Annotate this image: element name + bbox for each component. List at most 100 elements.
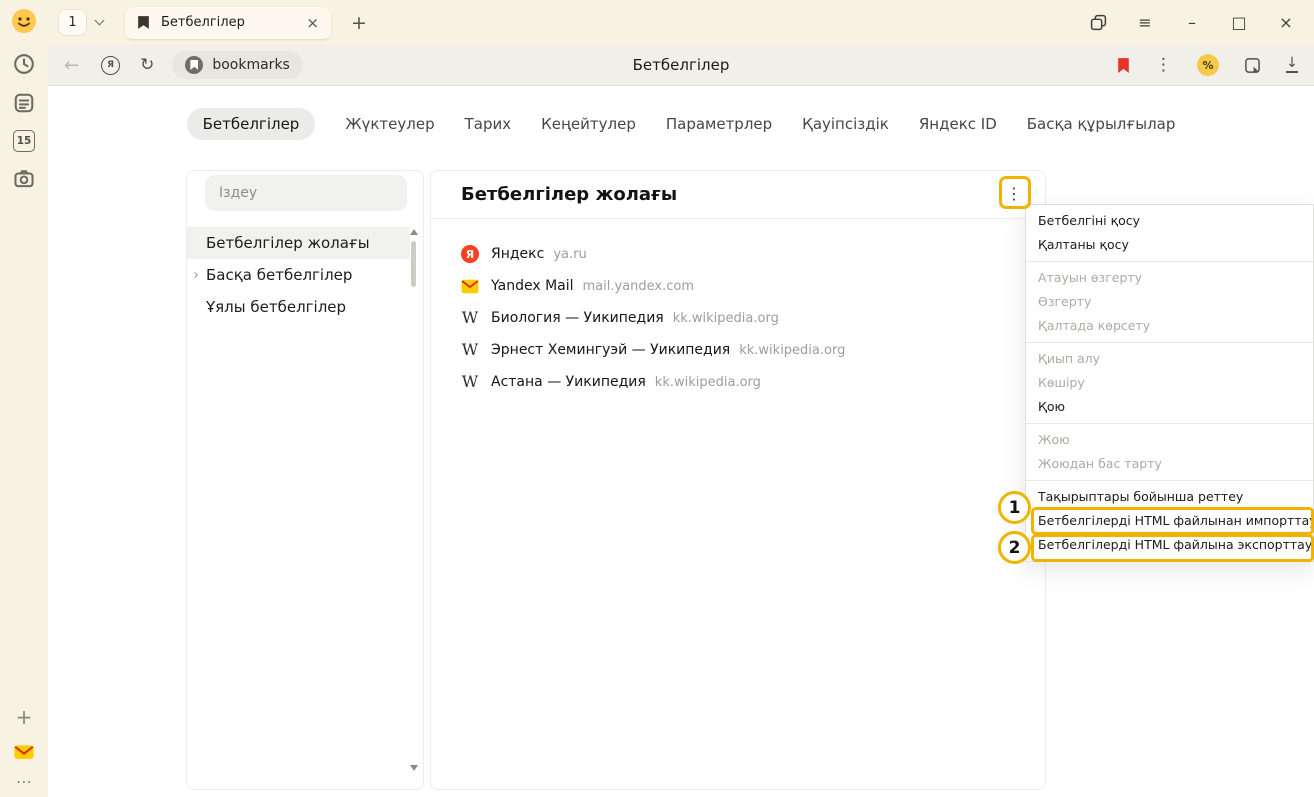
bookmark-row-yandex-mail[interactable]: Yandex Mail mail.yandex.com bbox=[431, 270, 1045, 302]
chevron-right-icon[interactable]: › bbox=[193, 265, 199, 283]
scroll-down-icon[interactable] bbox=[410, 765, 418, 771]
menu-icon[interactable]: ≡ bbox=[1135, 13, 1155, 33]
menu-item-add-bookmark[interactable]: Бетбелгіні қосу bbox=[1026, 209, 1313, 233]
folder-label: Ұялы бетбелгілер bbox=[206, 298, 346, 316]
annotation-highlight-menu-button bbox=[999, 176, 1031, 209]
mail-favicon bbox=[461, 277, 479, 295]
menu-group: Қиып алу Көшіру Қою bbox=[1026, 342, 1313, 423]
tab-yandex-id[interactable]: Яндекс ID bbox=[919, 108, 997, 140]
wikipedia-favicon: W bbox=[461, 373, 479, 391]
folders-scrollbar[interactable] bbox=[408, 229, 420, 771]
menu-item-delete: Жою bbox=[1026, 428, 1313, 452]
folders-panel: Бетбелгілер жолағы › Басқа бетбелгілер Ұ… bbox=[186, 170, 424, 790]
profile-avatar[interactable] bbox=[11, 8, 37, 34]
menu-group: Атауын өзгерту Өзгерту Қалтада көрсету bbox=[1026, 261, 1313, 342]
screenshot-icon[interactable] bbox=[12, 167, 36, 191]
bookmark-row-wiki-biology[interactable]: W Биология — Уикипедия kk.wikipedia.org bbox=[431, 302, 1045, 334]
bookmark-title: Биология — Уикипедия bbox=[491, 310, 664, 326]
bookmark-tab-icon bbox=[135, 15, 151, 31]
menu-item-undo-delete: Жоюдан бас тарту bbox=[1026, 452, 1313, 476]
history-icon[interactable] bbox=[12, 52, 36, 76]
yandex-plus-icon[interactable]: % bbox=[1197, 54, 1219, 76]
menu-item-add-folder[interactable]: Қалтаны қосу bbox=[1026, 233, 1313, 257]
bookmark-row-wiki-hemingway[interactable]: W Эрнест Хемингуэй — Уикипедия kk.wikipe… bbox=[431, 334, 1045, 366]
reload-icon[interactable]: ↻ bbox=[140, 55, 154, 75]
menu-item-cut: Қиып алу bbox=[1026, 347, 1313, 371]
folder-list: Бетбелгілер жолағы › Басқа бетбелгілер Ұ… bbox=[187, 227, 410, 323]
menu-item-copy: Көшіру bbox=[1026, 371, 1313, 395]
sidebar-item-bookmarks-bar[interactable]: Бетбелгілер жолағы bbox=[187, 227, 410, 259]
browser-window: 15 + ⋯ 1 bbox=[0, 0, 1314, 797]
yandex-mail-icon[interactable] bbox=[12, 740, 36, 764]
bookmark-row-wiki-astana[interactable]: W Астана — Уикипедия kk.wikipedia.org bbox=[431, 366, 1045, 398]
address-bar: ← Я ↻ bookmarks Бетбелгілер ⋮ % ↓ bbox=[48, 45, 1314, 86]
toolbar-actions: ⋮ % ↓ bbox=[1117, 54, 1314, 76]
menu-item-sort-by-title[interactable]: Тақырыптары бойынша реттеу bbox=[1026, 485, 1313, 509]
url-text: bookmarks bbox=[212, 57, 290, 73]
tab-bar: 1 Бетбелгілер × + ≡ – □ × bbox=[48, 0, 1314, 45]
folder-label: Бетбелгілер жолағы bbox=[206, 234, 370, 252]
menu-item-show-in-folder: Қалтада көрсету bbox=[1026, 314, 1313, 338]
tab-security[interactable]: Қауіпсіздік bbox=[802, 108, 889, 140]
wikipedia-favicon: W bbox=[461, 341, 479, 359]
annotation-step-badge-1: 1 bbox=[998, 491, 1031, 524]
bookmark-row-yandex[interactable]: Я Яндекс ya.ru bbox=[431, 238, 1045, 270]
annotation-highlight-import bbox=[1031, 507, 1314, 535]
bookmarks-manager-page: Бетбелгілер Жүктеулер Тарих Кеңейтулер П… bbox=[48, 86, 1314, 797]
card-header: Бетбелгілер жолағы bbox=[431, 171, 1045, 219]
yandex-favicon: Я bbox=[461, 245, 479, 263]
search-input[interactable] bbox=[205, 175, 407, 211]
tab-bookmarks[interactable]: Бетбелгілер bbox=[187, 108, 316, 140]
bookmark-title: Астана — Уикипедия bbox=[491, 374, 646, 390]
browser-tab-bookmarks[interactable]: Бетбелгілер × bbox=[125, 7, 331, 39]
close-icon[interactable]: × bbox=[1276, 13, 1296, 33]
wikipedia-favicon: W bbox=[461, 309, 479, 327]
manager-nav: Бетбелгілер Жүктеулер Тарих Кеңейтулер П… bbox=[48, 108, 1314, 140]
rail-overflow-icon[interactable]: ⋯ bbox=[16, 777, 32, 787]
tab-preview-icon[interactable] bbox=[1088, 13, 1108, 33]
page-title: Бетбелгілер bbox=[633, 56, 730, 74]
bookmark-flag-icon[interactable] bbox=[1117, 57, 1130, 74]
bookmark-title: Yandex Mail bbox=[491, 278, 574, 294]
bookmark-title: Эрнест Хемингуэй — Уикипедия bbox=[491, 342, 730, 358]
bookmark-title: Яндекс bbox=[491, 246, 544, 262]
annotation-highlight-export bbox=[1031, 534, 1314, 562]
tab-downloads[interactable]: Жүктеулер bbox=[345, 108, 434, 140]
bookmark-url: kk.wikipedia.org bbox=[655, 375, 761, 390]
menu-group: Бетбелгіні қосу Қалтаны қосу bbox=[1026, 205, 1313, 261]
folder-label: Басқа бетбелгілер bbox=[206, 266, 352, 284]
notes-icon[interactable] bbox=[12, 91, 36, 115]
back-icon[interactable]: ← bbox=[64, 55, 79, 76]
bookmark-url: ya.ru bbox=[553, 247, 586, 262]
download-icon[interactable]: ↓ bbox=[1286, 57, 1298, 73]
calendar-tile[interactable]: 15 bbox=[13, 130, 35, 152]
bookmark-url: kk.wikipedia.org bbox=[673, 311, 779, 326]
card-title: Бетбелгілер жолағы bbox=[461, 184, 677, 205]
toolbar-menu-icon[interactable]: ⋮ bbox=[1155, 55, 1172, 75]
minimize-icon[interactable]: – bbox=[1182, 13, 1202, 33]
bookmark-list: Я Яндекс ya.ru Yandex Mail mail.yandex.c… bbox=[431, 219, 1045, 398]
sidebar-item-other-bookmarks[interactable]: › Басқа бетбелгілер bbox=[187, 259, 410, 291]
site-favicon bbox=[185, 56, 203, 74]
scroll-thumb[interactable] bbox=[411, 241, 416, 287]
menu-item-rename: Атауын өзгерту bbox=[1026, 266, 1313, 290]
annotation-step-badge-2: 2 bbox=[998, 531, 1031, 564]
tab-close-icon[interactable]: × bbox=[304, 14, 321, 32]
yandex-button[interactable]: Я bbox=[101, 56, 120, 75]
scroll-up-icon[interactable] bbox=[410, 229, 418, 235]
tab-groups-icon[interactable] bbox=[1244, 57, 1261, 74]
menu-item-paste[interactable]: Қою bbox=[1026, 395, 1313, 419]
maximize-icon[interactable]: □ bbox=[1229, 13, 1249, 33]
tab-history[interactable]: Тарих bbox=[465, 108, 512, 140]
new-tab-button[interactable]: + bbox=[345, 9, 373, 37]
tab-other-devices[interactable]: Басқа құрылғылар bbox=[1027, 108, 1176, 140]
bookmark-url: mail.yandex.com bbox=[583, 279, 695, 294]
tab-settings[interactable]: Параметрлер bbox=[666, 108, 772, 140]
menu-item-edit: Өзгерту bbox=[1026, 290, 1313, 314]
sidebar-item-mobile-bookmarks[interactable]: Ұялы бетбелгілер bbox=[187, 291, 410, 323]
rail-add-icon[interactable]: + bbox=[16, 707, 33, 727]
tab-counter-button[interactable]: 1 bbox=[58, 9, 103, 36]
tab-extensions[interactable]: Кеңейтулер bbox=[541, 108, 636, 140]
bookmark-url: kk.wikipedia.org bbox=[739, 343, 845, 358]
url-field[interactable]: bookmarks bbox=[172, 51, 303, 79]
